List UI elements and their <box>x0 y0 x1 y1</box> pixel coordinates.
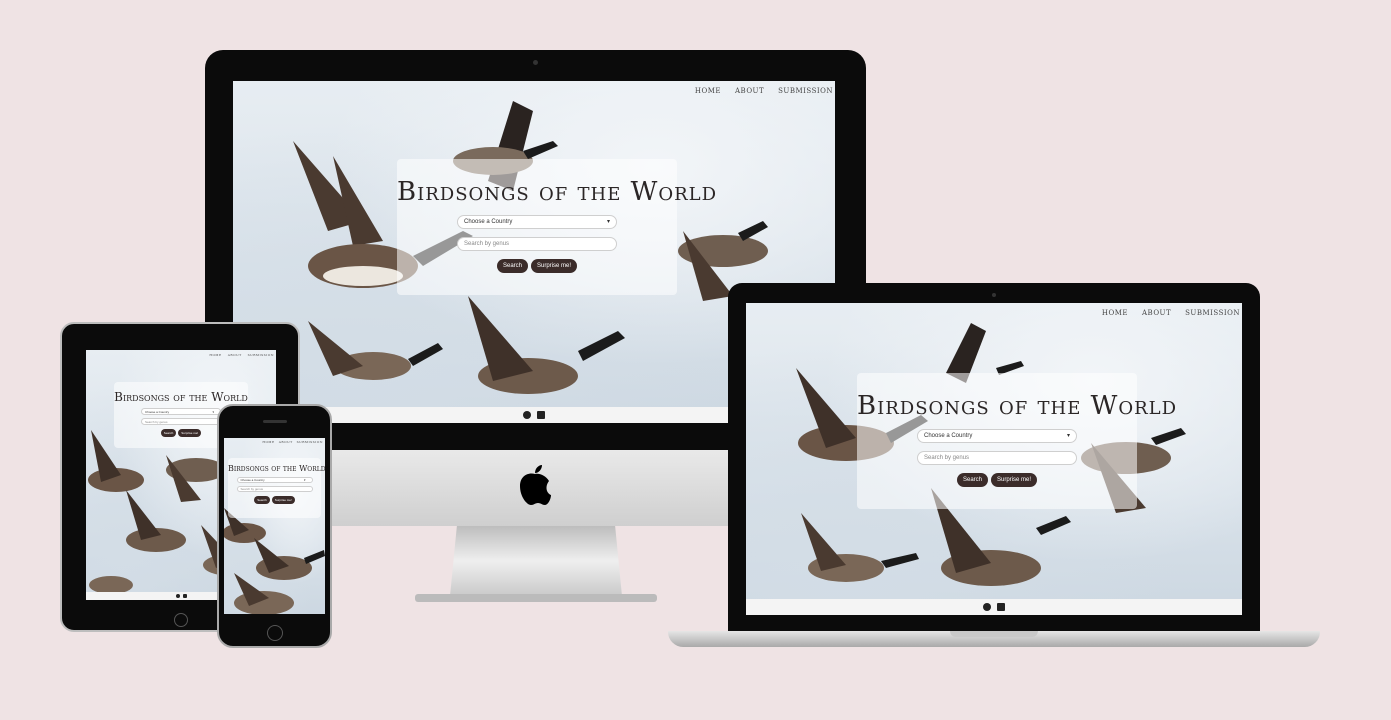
genus-search-input[interactable]: Search by genus <box>917 451 1077 465</box>
home-button <box>267 625 283 641</box>
nav-about[interactable]: About <box>735 87 764 95</box>
laptop: Home About Submission Birdsongs of the W… <box>668 283 1320 655</box>
search-button[interactable]: Search <box>956 473 988 487</box>
genus-search-input[interactable]: Search by genus <box>236 486 313 492</box>
site-title: Birdsongs of the World <box>857 391 1178 421</box>
speaker-slot <box>263 420 287 423</box>
genus-placeholder: Search by genus <box>924 455 970 461</box>
site-title: Birdsongs of the World <box>114 390 248 404</box>
search-button[interactable]: Search <box>496 259 528 273</box>
search-button[interactable]: Search <box>160 429 177 437</box>
nav-home[interactable]: Home <box>1102 309 1128 317</box>
search-button[interactable]: Search <box>254 496 270 504</box>
nav-submission[interactable]: Submission <box>297 440 323 444</box>
nav-submission[interactable]: Submission <box>248 353 274 357</box>
site-footer <box>746 599 1242 615</box>
camera-dot <box>533 60 538 65</box>
search-panel: Birdsongs of the World Choose a Country … <box>857 373 1178 509</box>
monitor-stand <box>450 526 622 596</box>
camera-dot <box>992 293 996 297</box>
home-button <box>174 613 188 627</box>
nav-submission[interactable]: Submission <box>778 87 833 95</box>
surprise-button[interactable]: Surprise me! <box>178 429 202 437</box>
genus-placeholder: Search by genus <box>145 420 168 424</box>
site-title: Birdsongs of the World <box>397 177 718 207</box>
country-select[interactable]: Choose a Country ▾ <box>141 408 221 415</box>
country-select-value: Choose a Country <box>240 478 265 482</box>
chevron-down-icon: ▾ <box>606 219 610 225</box>
chevron-down-icon: ▾ <box>1066 433 1070 439</box>
nav-home[interactable]: Home <box>262 440 274 444</box>
site-nav: Home About Submission <box>209 353 274 357</box>
monitor-base <box>415 594 657 602</box>
chevron-down-icon: ▾ <box>212 410 214 414</box>
linkedin-icon[interactable] <box>182 594 187 598</box>
surprise-button[interactable]: Surprise me! <box>271 496 295 504</box>
linkedin-icon[interactable] <box>537 411 545 419</box>
surprise-button[interactable]: Surprise me! <box>531 259 578 273</box>
country-select[interactable]: Choose a Country ▾ <box>917 429 1077 443</box>
search-panel: Birdsongs of the World Choose a Country … <box>397 159 718 295</box>
github-icon[interactable] <box>983 603 991 611</box>
genus-placeholder: Search by genus <box>240 487 264 491</box>
github-icon[interactable] <box>523 411 531 419</box>
nav-about[interactable]: About <box>279 440 293 444</box>
country-select-value: Choose a Country <box>464 219 513 225</box>
chevron-down-icon: ▾ <box>303 478 306 482</box>
phone-screen: Home About Submission Birdsongs of the W… <box>224 438 325 614</box>
github-icon[interactable] <box>175 594 180 598</box>
country-select-value: Choose a Country <box>145 410 170 414</box>
site-nav: Home About Submission <box>262 440 323 444</box>
phone: Home About Submission Birdsongs of the W… <box>217 404 332 648</box>
genus-search-input[interactable]: Search by genus <box>141 418 221 425</box>
search-panel: Birdsongs of the World Choose a Country … <box>228 458 325 518</box>
linkedin-icon[interactable] <box>997 603 1005 611</box>
nav-about[interactable]: About <box>228 353 242 357</box>
country-select[interactable]: Choose a Country ▾ <box>457 215 617 229</box>
trackpad-notch <box>950 631 1038 637</box>
genus-search-input[interactable]: Search by genus <box>457 237 617 251</box>
site-title: Birdsongs of the World <box>228 464 325 473</box>
button-row: Search Surprise me! <box>857 473 1137 487</box>
nav-home[interactable]: Home <box>209 353 221 357</box>
button-row: Search Surprise me! <box>228 496 321 504</box>
nav-submission[interactable]: Submission <box>1185 309 1240 317</box>
button-row: Search Surprise me! <box>397 259 677 273</box>
site-nav: Home About Submission <box>695 87 833 95</box>
nav-home[interactable]: Home <box>695 87 721 95</box>
country-select[interactable]: Choose a Country ▾ <box>236 477 313 483</box>
apple-logo-icon <box>518 464 552 506</box>
country-select-value: Choose a Country <box>924 433 973 439</box>
surprise-button[interactable]: Surprise me! <box>991 473 1038 487</box>
site-nav: Home About Submission <box>1102 309 1240 317</box>
laptop-screen: Home About Submission Birdsongs of the W… <box>746 303 1242 615</box>
nav-about[interactable]: About <box>1142 309 1171 317</box>
genus-placeholder: Search by genus <box>464 241 510 247</box>
